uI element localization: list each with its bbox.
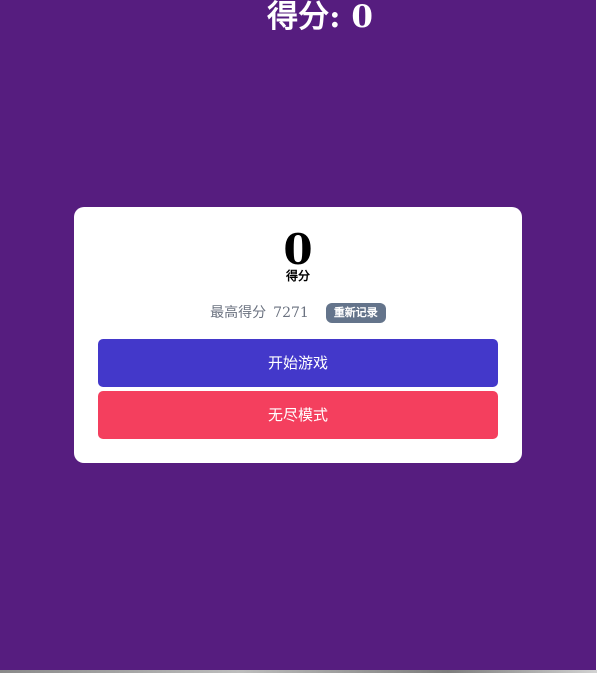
best-score-label: 最高得分 xyxy=(210,305,267,321)
start-game-button[interactable]: 开始游戏 xyxy=(98,339,498,387)
final-score-label: 得分 xyxy=(285,269,310,283)
best-score-row: 最高得分 7271 重新记录 xyxy=(74,303,522,323)
endless-mode-button[interactable]: 无尽模式 xyxy=(98,391,498,439)
current-score-header: 得分: 0 xyxy=(267,0,373,35)
new-record-badge: 重新记录 xyxy=(325,303,386,323)
game-stage: 得分: 0 0 得分 最高得分 7271 重新记录 开始游戏 无尽模式 xyxy=(0,0,596,670)
best-score-value: 7271 xyxy=(273,305,309,321)
final-score-value: 0 xyxy=(283,225,313,274)
game-over-panel: 0 得分 最高得分 7271 重新记录 开始游戏 无尽模式 xyxy=(74,207,522,463)
